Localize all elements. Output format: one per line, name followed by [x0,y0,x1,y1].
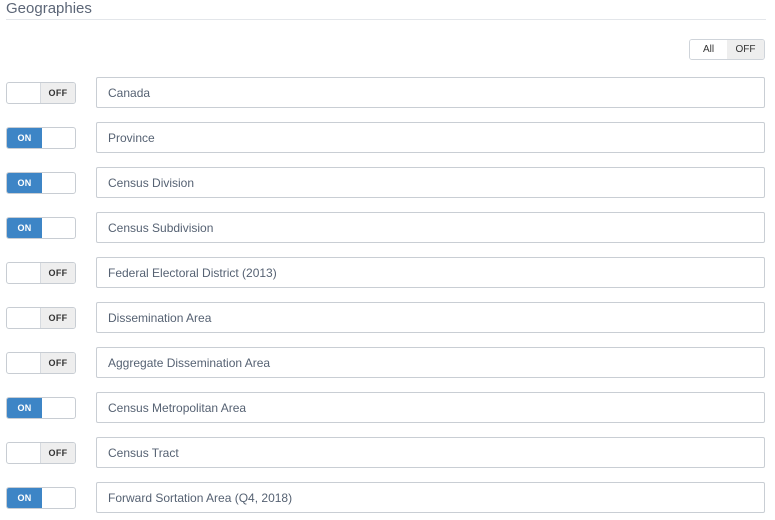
toggle-state: ON [7,488,42,508]
geography-field[interactable]: Census Subdivision [96,212,765,243]
section-title: Geographies [6,0,92,17]
geography-row: ON Forward Sortation Area (Q4, 2018) [6,482,766,514]
geography-field[interactable]: Dissemination Area [96,302,765,333]
geography-row: OFF Canada [6,77,766,109]
toggle-state: OFF [40,443,75,463]
geography-row: ON Census Subdivision [6,212,766,244]
geography-toggle[interactable]: ON [6,397,76,419]
toggle-state: OFF [40,263,75,283]
geography-row: ON Province [6,122,766,154]
geography-row: OFF Dissemination Area [6,302,766,334]
geography-toggle[interactable]: ON [6,487,76,509]
toggle-state: OFF [40,353,75,373]
geography-toggle[interactable]: ON [6,217,76,239]
geography-toggle[interactable]: OFF [6,442,76,464]
toggle-state: ON [7,128,42,148]
toggle-state: ON [7,218,42,238]
all-off-toggle[interactable]: All OFF [689,39,765,60]
geography-row: ON Census Division [6,167,766,199]
geography-field[interactable]: Province [96,122,765,153]
section-header: Geographies [6,0,766,20]
geography-row: ON Census Metropolitan Area [6,392,766,424]
geography-field[interactable]: Census Metropolitan Area [96,392,765,423]
geography-row: OFF Federal Electoral District (2013) [6,257,766,289]
geography-field[interactable]: Federal Electoral District (2013) [96,257,765,288]
geography-toggle[interactable]: ON [6,172,76,194]
geography-row: OFF Census Tract [6,437,766,469]
geography-field[interactable]: Forward Sortation Area (Q4, 2018) [96,482,765,513]
off-button[interactable]: OFF [727,40,764,59]
toggle-state: OFF [40,308,75,328]
toggle-state: ON [7,173,42,193]
geography-field[interactable]: Census Tract [96,437,765,468]
geography-toggle[interactable]: OFF [6,307,76,329]
geography-field[interactable]: Census Division [96,167,765,198]
toggle-state: OFF [40,83,75,103]
geography-toggle[interactable]: ON [6,127,76,149]
geography-field[interactable]: Canada [96,77,765,108]
geography-toggle[interactable]: OFF [6,82,76,104]
all-button[interactable]: All [690,40,727,59]
toggle-state: ON [7,398,42,418]
geography-toggle[interactable]: OFF [6,262,76,284]
geography-row: OFF Aggregate Dissemination Area [6,347,766,379]
geography-field[interactable]: Aggregate Dissemination Area [96,347,765,378]
geography-toggle[interactable]: OFF [6,352,76,374]
